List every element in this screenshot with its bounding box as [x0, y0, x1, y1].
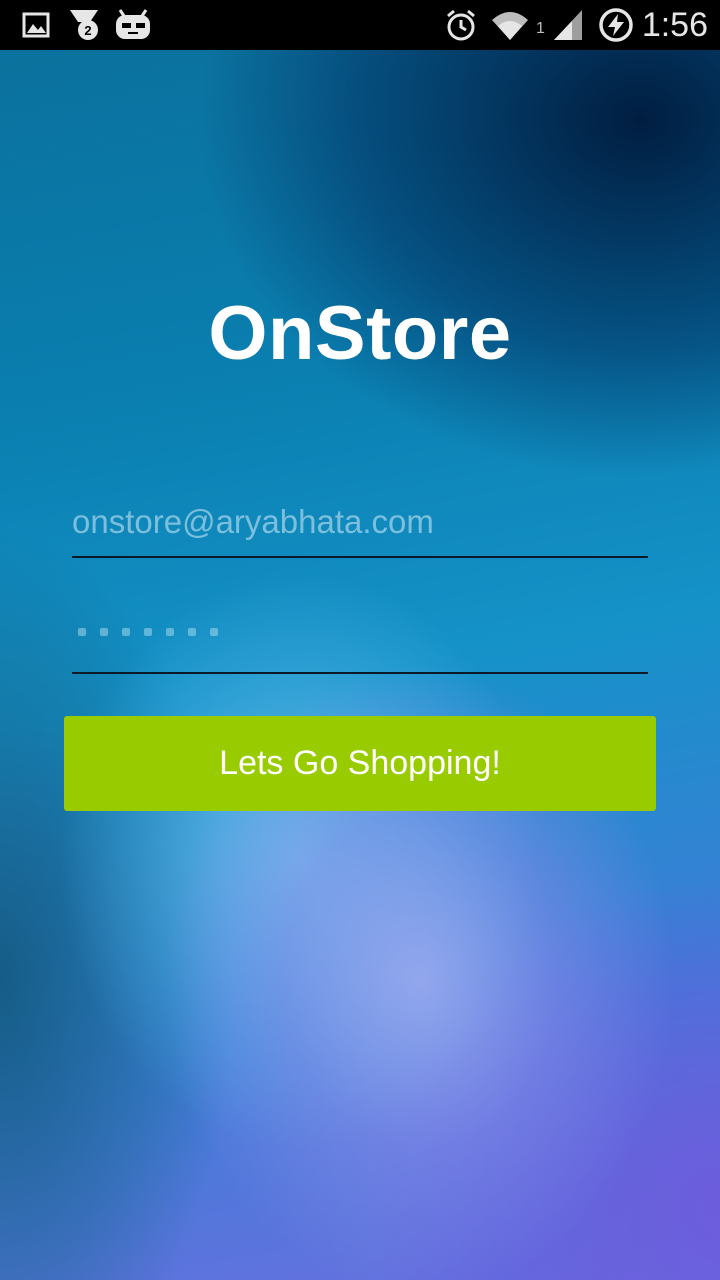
- wifi-icon: [490, 8, 530, 42]
- password-mask-dot: [166, 628, 174, 636]
- password-mask-dot: [188, 628, 196, 636]
- password-mask-dot: [78, 628, 86, 636]
- lets-go-shopping-button[interactable]: Lets Go Shopping!: [64, 716, 656, 811]
- status-time: 1:56: [641, 6, 708, 44]
- notification-badge-count: 2: [84, 23, 91, 38]
- login-screen: 2 1 1:56 OnStore onstore@aryabhata.com L…: [0, 0, 720, 1280]
- password-field-container: [72, 612, 648, 674]
- download-badge-icon: 2: [68, 8, 104, 42]
- email-input[interactable]: [72, 494, 648, 550]
- signal-sub-label: 1: [536, 20, 545, 37]
- password-mask-dot: [122, 628, 130, 636]
- battery-charging-icon: [598, 8, 634, 42]
- alarm-icon: [444, 8, 478, 42]
- password-input[interactable]: [78, 628, 218, 636]
- android-head-icon: [114, 8, 152, 42]
- password-mask-dot: [210, 628, 218, 636]
- app-title: OnStore: [208, 291, 512, 376]
- password-mask-dot: [100, 628, 108, 636]
- password-mask-dot: [144, 628, 152, 636]
- image-icon: [22, 8, 50, 42]
- cell-signal-icon: [552, 8, 584, 42]
- status-bar: 2 1 1:56: [0, 0, 720, 50]
- email-field-container: [72, 494, 648, 558]
